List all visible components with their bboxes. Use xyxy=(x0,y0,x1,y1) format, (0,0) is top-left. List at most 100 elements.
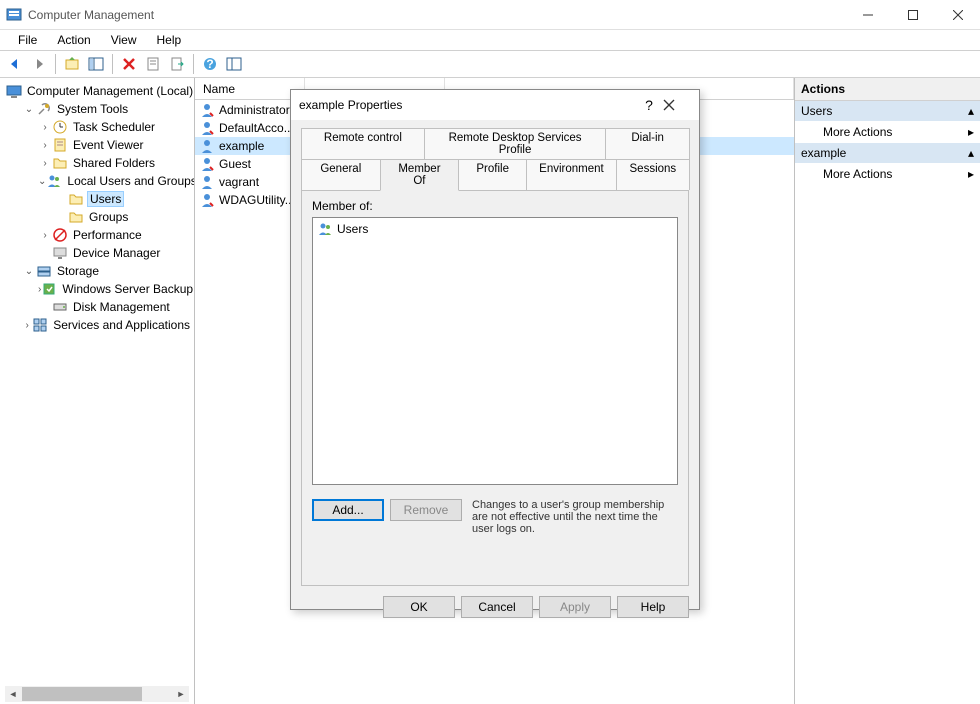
tree-disk-management[interactable]: Disk Management xyxy=(36,298,194,316)
help-button[interactable]: Help xyxy=(617,596,689,618)
add-button[interactable]: Add... xyxy=(312,499,384,521)
actions-pane: Actions Users ▴ More Actions ▸ example ▴… xyxy=(795,78,980,704)
collapse-icon[interactable]: ⌄ xyxy=(22,266,36,277)
up-button[interactable] xyxy=(61,53,83,75)
tree: Computer Management (Local) ⌄ System Too… xyxy=(0,80,194,334)
tab-member-of[interactable]: Member Of xyxy=(380,159,460,191)
expand-icon[interactable]: › xyxy=(38,140,52,151)
show-hide-tree-button[interactable] xyxy=(85,53,107,75)
help-button[interactable]: ? xyxy=(199,53,221,75)
expand-icon[interactable]: › xyxy=(22,320,32,331)
membership-hint: Changes to a user's group membership are… xyxy=(472,499,678,535)
column-name[interactable]: Name xyxy=(195,78,305,99)
member-item[interactable]: Users xyxy=(315,220,675,238)
tree-system-tools[interactable]: ⌄ System Tools xyxy=(20,100,194,118)
backup-icon xyxy=(41,281,57,297)
tree-local-users-groups[interactable]: ⌄Local Users and Groups xyxy=(36,172,194,190)
collapse-icon[interactable]: ⌄ xyxy=(22,104,36,115)
action-more-actions[interactable]: More Actions ▸ xyxy=(795,121,980,143)
toolbar: ? xyxy=(0,50,980,78)
dialog-help-button[interactable]: ? xyxy=(635,97,663,113)
tree-label: Disk Management xyxy=(71,300,172,314)
menu-view[interactable]: View xyxy=(103,31,145,49)
user-icon xyxy=(199,102,215,118)
tab-content: Member of: Users Add... Remove Changes t… xyxy=(301,190,689,586)
scrollbar-thumb[interactable] xyxy=(22,687,142,701)
expand-icon[interactable]: › xyxy=(38,158,52,169)
forward-button[interactable] xyxy=(28,53,50,75)
refresh-button[interactable] xyxy=(223,53,245,75)
device-icon xyxy=(52,245,68,261)
folder-icon xyxy=(68,209,84,225)
tab-dialin[interactable]: Dial-in xyxy=(605,128,690,159)
window-title: Computer Management xyxy=(28,8,845,22)
actions-section-users[interactable]: Users ▴ xyxy=(795,101,980,121)
disk-icon xyxy=(52,299,68,315)
dialog-close-button[interactable] xyxy=(663,99,691,111)
maximize-button[interactable] xyxy=(890,0,935,30)
user-name: Administrator xyxy=(219,103,290,117)
event-icon xyxy=(52,137,68,153)
tab-sessions[interactable]: Sessions xyxy=(616,159,690,190)
chevron-right-icon: ▸ xyxy=(968,125,974,139)
action-label: More Actions xyxy=(823,167,892,181)
tree-device-manager[interactable]: Device Manager xyxy=(36,244,194,262)
properties-button[interactable] xyxy=(142,53,164,75)
menu-help[interactable]: Help xyxy=(149,31,190,49)
tree-horizontal-scrollbar[interactable]: ◄ ► xyxy=(5,686,189,702)
user-icon xyxy=(199,174,215,190)
collapse-icon: ▴ xyxy=(968,104,974,118)
apply-button[interactable]: Apply xyxy=(539,596,611,618)
close-button[interactable] xyxy=(935,0,980,30)
remove-button[interactable]: Remove xyxy=(390,499,462,521)
tree-groups[interactable]: Groups xyxy=(52,208,194,226)
tab-environment[interactable]: Environment xyxy=(526,159,617,190)
user-name: vagrant xyxy=(219,175,259,189)
delete-button[interactable] xyxy=(118,53,140,75)
user-name: WDAGUtility... xyxy=(219,193,295,207)
ok-button[interactable]: OK xyxy=(383,596,455,618)
expand-icon[interactable]: › xyxy=(38,230,52,241)
tree-shared-folders[interactable]: ›Shared Folders xyxy=(36,154,194,172)
tools-icon xyxy=(36,101,52,117)
tab-general[interactable]: General xyxy=(301,159,381,190)
menu-action[interactable]: Action xyxy=(49,31,98,49)
action-more-actions[interactable]: More Actions ▸ xyxy=(795,163,980,185)
tree-pane: Computer Management (Local) ⌄ System Too… xyxy=(0,78,195,704)
tree-label: Task Scheduler xyxy=(71,120,157,134)
tab-remote-control[interactable]: Remote control xyxy=(301,128,425,159)
user-icon xyxy=(199,120,215,136)
member-buttons-row: Add... Remove Changes to a user's group … xyxy=(312,499,678,535)
tree-label: Storage xyxy=(55,264,101,278)
export-button[interactable] xyxy=(166,53,188,75)
user-name: DefaultAcco... xyxy=(219,121,294,135)
scroll-left-button[interactable]: ◄ xyxy=(5,686,21,702)
tree-performance[interactable]: ›Performance xyxy=(36,226,194,244)
collapse-icon: ▴ xyxy=(968,146,974,160)
computer-icon xyxy=(6,83,22,99)
collapse-icon[interactable]: ⌄ xyxy=(38,176,46,187)
actions-section-example[interactable]: example ▴ xyxy=(795,143,980,163)
services-icon xyxy=(32,317,48,333)
tab-profile[interactable]: Profile xyxy=(458,159,527,190)
tree-label: Windows Server Backup xyxy=(60,282,195,296)
menu-file[interactable]: File xyxy=(10,31,45,49)
expand-icon[interactable]: › xyxy=(38,122,52,133)
tree-root[interactable]: Computer Management (Local) xyxy=(4,82,194,100)
tree-task-scheduler[interactable]: › Task Scheduler xyxy=(36,118,194,136)
tree-services-apps[interactable]: ›Services and Applications xyxy=(20,316,194,334)
scroll-right-button[interactable]: ► xyxy=(173,686,189,702)
member-name: Users xyxy=(337,222,368,236)
cancel-button[interactable]: Cancel xyxy=(461,596,533,618)
back-button[interactable] xyxy=(4,53,26,75)
minimize-button[interactable] xyxy=(845,0,890,30)
storage-icon xyxy=(36,263,52,279)
member-of-label: Member of: xyxy=(312,199,678,213)
toolbar-separator xyxy=(55,54,56,74)
tree-event-viewer[interactable]: ›Event Viewer xyxy=(36,136,194,154)
member-of-list[interactable]: Users xyxy=(312,217,678,485)
tree-storage[interactable]: ⌄ Storage xyxy=(20,262,194,280)
tab-rds-profile[interactable]: Remote Desktop Services Profile xyxy=(424,128,607,159)
tree-server-backup[interactable]: ›Windows Server Backup xyxy=(36,280,194,298)
tree-users[interactable]: Users xyxy=(52,190,194,208)
